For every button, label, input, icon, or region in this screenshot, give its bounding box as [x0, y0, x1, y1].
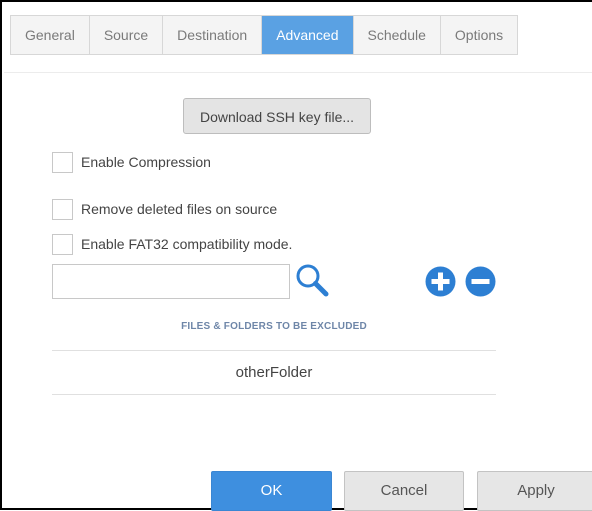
tab-divider [4, 72, 592, 73]
exclusion-list-title: FILES & FOLDERS TO BE EXCLUDED [181, 321, 367, 332]
tab-advanced[interactable]: Advanced [262, 16, 354, 54]
tab-options[interactable]: Options [440, 16, 518, 54]
tab-bar: General Source Destination Advanced Sche… [10, 15, 519, 55]
dialog-panel: General Source Destination Advanced Sche… [0, 0, 592, 511]
remove-deleted-label: Remove deleted files on source [81, 201, 278, 217]
tab-general[interactable]: General [11, 16, 90, 54]
excluded-item[interactable]: otherFolder [52, 352, 496, 394]
fat32-mode-label: Enable FAT32 compatibility mode. [81, 236, 293, 252]
tab-source[interactable]: Source [89, 16, 164, 54]
list-bottom-divider [52, 394, 496, 395]
remove-deleted-checkbox[interactable] [52, 199, 73, 220]
enable-compression-label: Enable Compression [81, 154, 211, 170]
tab-destination[interactable]: Destination [163, 16, 263, 54]
download-ssh-key-button[interactable]: Download SSH key file... [183, 98, 371, 134]
search-icon[interactable] [294, 262, 330, 298]
apply-button[interactable]: Apply [477, 471, 592, 511]
list-top-divider [52, 350, 496, 351]
minus-circle-icon[interactable] [465, 266, 496, 297]
enable-compression-checkbox[interactable] [52, 152, 73, 173]
exclude-path-input[interactable] [52, 264, 290, 299]
plus-circle-icon[interactable] [425, 266, 456, 297]
ok-button[interactable]: OK [211, 471, 332, 511]
cancel-button[interactable]: Cancel [344, 471, 464, 511]
fat32-mode-checkbox[interactable] [52, 234, 73, 255]
tab-schedule[interactable]: Schedule [353, 16, 441, 54]
